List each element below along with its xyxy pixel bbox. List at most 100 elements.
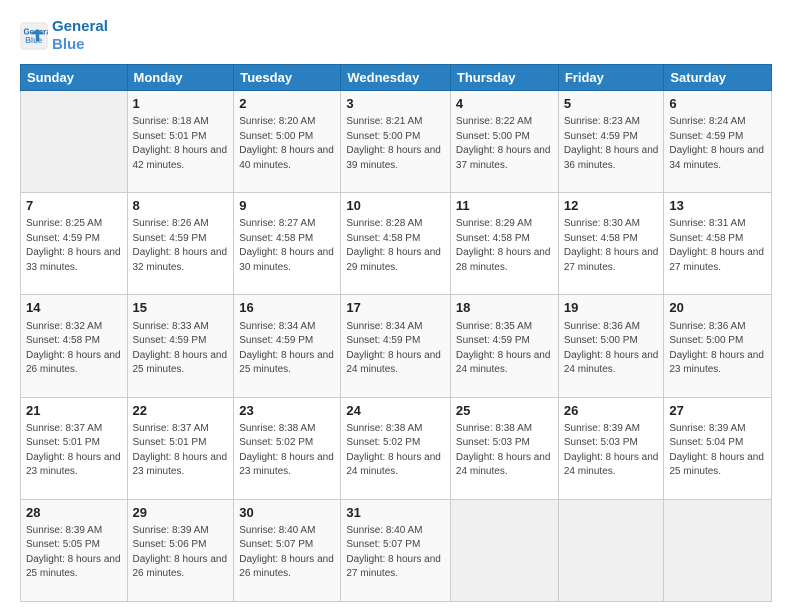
calendar-cell: 10 Sunrise: 8:28 AMSunset: 4:58 PMDayligh… (341, 193, 451, 295)
page: General Blue General Blue SundayMondayTu… (0, 0, 792, 612)
day-info: Sunrise: 8:23 AMSunset: 4:59 PMDaylight:… (564, 115, 659, 173)
calendar-cell: 7 Sunrise: 8:25 AMSunset: 4:59 PMDaylight… (21, 193, 128, 295)
day-info: Sunrise: 8:38 AMSunset: 5:03 PMDaylight:… (456, 422, 553, 480)
weekday-header-sunday: Sunday (21, 65, 128, 91)
day-info: Sunrise: 8:26 AMSunset: 4:59 PMDaylight:… (133, 217, 229, 275)
day-info: Sunrise: 8:39 AMSunset: 5:06 PMDaylight:… (133, 524, 229, 582)
day-number: 4 (456, 95, 553, 113)
calendar-cell: 20 Sunrise: 8:36 AMSunset: 5:00 PMDayligh… (664, 295, 772, 397)
day-number: 22 (133, 402, 229, 420)
day-info: Sunrise: 8:35 AMSunset: 4:59 PMDaylight:… (456, 320, 553, 378)
day-info: Sunrise: 8:27 AMSunset: 4:58 PMDaylight:… (239, 217, 335, 275)
calendar-cell: 6Sunrise: 8:24 AMSunset: 4:59 PMDaylight… (664, 91, 772, 193)
logo: General Blue General Blue (20, 18, 108, 54)
day-number: 11 (456, 197, 553, 215)
day-info: Sunrise: 8:36 AMSunset: 5:00 PMDaylight:… (564, 320, 659, 378)
calendar-cell: 29 Sunrise: 8:39 AMSunset: 5:06 PMDayligh… (127, 499, 234, 601)
day-number: 18 (456, 299, 553, 317)
day-info: Sunrise: 8:24 AMSunset: 4:59 PMDaylight:… (669, 115, 766, 173)
day-number: 13 (669, 197, 766, 215)
day-number: 27 (669, 402, 766, 420)
day-number: 9 (239, 197, 335, 215)
day-info: Sunrise: 8:20 AMSunset: 5:00 PMDaylight:… (239, 115, 335, 173)
weekday-header-saturday: Saturday (664, 65, 772, 91)
day-info: Sunrise: 8:39 AMSunset: 5:05 PMDaylight:… (26, 524, 122, 582)
day-number: 24 (346, 402, 445, 420)
week-row-3: 14Sunrise: 8:32 AMSunset: 4:58 PMDayligh… (21, 295, 772, 397)
day-info: Sunrise: 8:34 AMSunset: 4:59 PMDaylight:… (239, 320, 335, 378)
calendar-cell: 15 Sunrise: 8:33 AMSunset: 4:59 PMDayligh… (127, 295, 234, 397)
day-info: Sunrise: 8:40 AMSunset: 5:07 PMDaylight:… (346, 524, 445, 582)
calendar-cell: 31 Sunrise: 8:40 AMSunset: 5:07 PMDayligh… (341, 499, 451, 601)
day-number: 1 (133, 95, 229, 113)
calendar-cell: 2 Sunrise: 8:20 AMSunset: 5:00 PMDaylight… (234, 91, 341, 193)
day-number: 5 (564, 95, 659, 113)
day-number: 20 (669, 299, 766, 317)
weekday-header-friday: Friday (558, 65, 664, 91)
day-info: Sunrise: 8:38 AMSunset: 5:02 PMDaylight:… (346, 422, 445, 480)
day-number: 19 (564, 299, 659, 317)
calendar-cell: 16 Sunrise: 8:34 AMSunset: 4:59 PMDayligh… (234, 295, 341, 397)
day-number: 31 (346, 504, 445, 522)
weekday-header-wednesday: Wednesday (341, 65, 451, 91)
day-info: Sunrise: 8:28 AMSunset: 4:58 PMDaylight:… (346, 217, 445, 275)
day-info: Sunrise: 8:37 AMSunset: 5:01 PMDaylight:… (133, 422, 229, 480)
calendar-cell (450, 499, 558, 601)
day-info: Sunrise: 8:32 AMSunset: 4:58 PMDaylight:… (26, 320, 122, 378)
weekday-header-monday: Monday (127, 65, 234, 91)
calendar-cell: 12 Sunrise: 8:30 AMSunset: 4:58 PMDayligh… (558, 193, 664, 295)
logo-text: General Blue (52, 18, 108, 54)
calendar-cell: 28 Sunrise: 8:39 AMSunset: 5:05 PMDayligh… (21, 499, 128, 601)
day-number: 16 (239, 299, 335, 317)
day-info: Sunrise: 8:40 AMSunset: 5:07 PMDaylight:… (239, 524, 335, 582)
calendar-cell: 27 Sunrise: 8:39 AMSunset: 5:04 PMDayligh… (664, 397, 772, 499)
week-row-5: 28 Sunrise: 8:39 AMSunset: 5:05 PMDayligh… (21, 499, 772, 601)
day-info: Sunrise: 8:18 AMSunset: 5:01 PMDaylight:… (133, 115, 229, 173)
calendar-cell: 5 Sunrise: 8:23 AMSunset: 4:59 PMDaylight… (558, 91, 664, 193)
day-number: 12 (564, 197, 659, 215)
day-number: 26 (564, 402, 659, 420)
day-number: 29 (133, 504, 229, 522)
calendar-cell: 22 Sunrise: 8:37 AMSunset: 5:01 PMDayligh… (127, 397, 234, 499)
day-number: 7 (26, 197, 122, 215)
calendar-cell: 30Sunrise: 8:40 AMSunset: 5:07 PMDayligh… (234, 499, 341, 601)
svg-text:Blue: Blue (25, 36, 43, 45)
calendar-cell: 8Sunrise: 8:26 AMSunset: 4:59 PMDaylight… (127, 193, 234, 295)
calendar-cell: 24 Sunrise: 8:38 AMSunset: 5:02 PMDayligh… (341, 397, 451, 499)
day-info: Sunrise: 8:33 AMSunset: 4:59 PMDaylight:… (133, 320, 229, 378)
week-row-1: 1 Sunrise: 8:18 AMSunset: 5:01 PMDaylight… (21, 91, 772, 193)
day-info: Sunrise: 8:31 AMSunset: 4:58 PMDaylight:… (669, 217, 766, 275)
day-info: Sunrise: 8:21 AMSunset: 5:00 PMDaylight:… (346, 115, 445, 173)
day-number: 25 (456, 402, 553, 420)
calendar-cell: 13 Sunrise: 8:31 AMSunset: 4:58 PMDayligh… (664, 193, 772, 295)
day-info: Sunrise: 8:29 AMSunset: 4:58 PMDaylight:… (456, 217, 553, 275)
day-number: 23 (239, 402, 335, 420)
week-row-4: 21 Sunrise: 8:37 AMSunset: 5:01 PMDayligh… (21, 397, 772, 499)
calendar-cell: 23Sunrise: 8:38 AMSunset: 5:02 PMDayligh… (234, 397, 341, 499)
day-info: Sunrise: 8:25 AMSunset: 4:59 PMDaylight:… (26, 217, 122, 275)
calendar-cell: 21Sunrise: 8:37 AMSunset: 5:01 PMDayligh… (21, 397, 128, 499)
weekday-header-tuesday: Tuesday (234, 65, 341, 91)
day-number: 2 (239, 95, 335, 113)
header: General Blue General Blue (20, 18, 772, 54)
week-row-2: 7 Sunrise: 8:25 AMSunset: 4:59 PMDaylight… (21, 193, 772, 295)
calendar-cell: 4 Sunrise: 8:22 AMSunset: 5:00 PMDaylight… (450, 91, 558, 193)
day-info: Sunrise: 8:39 AMSunset: 5:04 PMDaylight:… (669, 422, 766, 480)
calendar-cell: 19 Sunrise: 8:36 AMSunset: 5:00 PMDayligh… (558, 295, 664, 397)
day-number: 15 (133, 299, 229, 317)
calendar-cell: 26 Sunrise: 8:39 AMSunset: 5:03 PMDayligh… (558, 397, 664, 499)
day-number: 21 (26, 402, 122, 420)
calendar-cell: 11 Sunrise: 8:29 AMSunset: 4:58 PMDayligh… (450, 193, 558, 295)
day-number: 28 (26, 504, 122, 522)
day-info: Sunrise: 8:22 AMSunset: 5:00 PMDaylight:… (456, 115, 553, 173)
day-info: Sunrise: 8:30 AMSunset: 4:58 PMDaylight:… (564, 217, 659, 275)
weekday-header-thursday: Thursday (450, 65, 558, 91)
calendar-cell: 1 Sunrise: 8:18 AMSunset: 5:01 PMDaylight… (127, 91, 234, 193)
day-number: 10 (346, 197, 445, 215)
day-info: Sunrise: 8:39 AMSunset: 5:03 PMDaylight:… (564, 422, 659, 480)
calendar-cell (558, 499, 664, 601)
day-info: Sunrise: 8:36 AMSunset: 5:00 PMDaylight:… (669, 320, 766, 378)
calendar-cell: 14Sunrise: 8:32 AMSunset: 4:58 PMDayligh… (21, 295, 128, 397)
logo-icon: General Blue (20, 22, 48, 50)
day-number: 3 (346, 95, 445, 113)
